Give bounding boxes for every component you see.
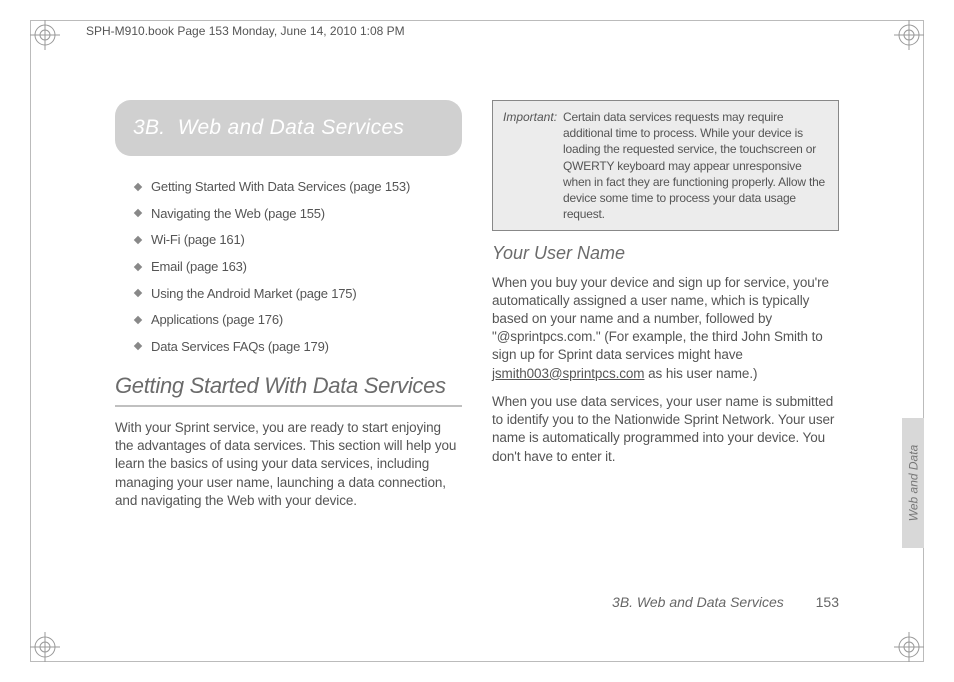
toc-item-label: Email (page 163) (151, 259, 247, 274)
callout-body: Certain data services requests may requi… (563, 109, 828, 222)
toc-item-label: Getting Started With Data Services (page… (151, 179, 410, 194)
side-tab-label: Web and Data (906, 445, 920, 522)
section-heading: Getting Started With Data Services (115, 371, 462, 401)
toc-item: Data Services FAQs (page 179) (133, 338, 462, 356)
body-paragraph: When you use data services, your user na… (492, 393, 839, 466)
toc-item: Getting Started With Data Services (page… (133, 178, 462, 196)
right-column: Important: Certain data services request… (492, 100, 839, 520)
chapter-title-box: 3B. Web and Data Services (115, 100, 462, 156)
toc-item-label: Navigating the Web (page 155) (151, 206, 325, 221)
left-column: 3B. Web and Data Services Getting Starte… (115, 100, 462, 520)
callout-label: Important: (503, 109, 557, 222)
chapter-title: Web and Data Services (178, 116, 405, 139)
footer-section: 3B. Web and Data Services (612, 594, 784, 610)
crop-header: SPH-M910.book Page 153 Monday, June 14, … (82, 24, 409, 38)
toc-list: Getting Started With Data Services (page… (133, 178, 462, 355)
chapter-number: 3B. (133, 116, 165, 139)
toc-item-label: Using the Android Market (page 175) (151, 286, 356, 301)
toc-item: Using the Android Market (page 175) (133, 285, 462, 303)
section-rule (115, 405, 462, 407)
page-content: 3B. Web and Data Services Getting Starte… (115, 100, 839, 520)
crop-mark-top-left (30, 20, 60, 50)
side-tab: Web and Data (902, 418, 924, 548)
toc-item: Email (page 163) (133, 258, 462, 276)
toc-item-label: Data Services FAQs (page 179) (151, 339, 329, 354)
crop-mark-bottom-left (30, 632, 60, 662)
toc-item: Applications (page 176) (133, 311, 462, 329)
paragraph-text: When you buy your device and sign up for… (492, 275, 829, 363)
toc-item: Wi-Fi (page 161) (133, 231, 462, 249)
toc-item-label: Wi-Fi (page 161) (151, 232, 245, 247)
bullet-icon (133, 182, 143, 192)
bullet-icon (133, 341, 143, 351)
page-footer: 3B. Web and Data Services 153 (612, 594, 839, 610)
toc-item: Navigating the Web (page 155) (133, 205, 462, 223)
paragraph-text: as his user name.) (644, 366, 757, 381)
body-paragraph: When you buy your device and sign up for… (492, 274, 839, 383)
crop-mark-top-right (894, 20, 924, 50)
example-username-link: jsmith003@sprintpcs.com (492, 366, 644, 381)
body-paragraph: With your Sprint service, you are ready … (115, 419, 462, 510)
toc-item-label: Applications (page 176) (151, 312, 283, 327)
subsection-heading: Your User Name (492, 241, 839, 265)
page-number: 153 (816, 594, 839, 610)
important-callout: Important: Certain data services request… (492, 100, 839, 231)
bullet-icon (133, 235, 143, 245)
crop-mark-bottom-right (894, 632, 924, 662)
bullet-icon (133, 262, 143, 272)
bullet-icon (133, 315, 143, 325)
bullet-icon (133, 208, 143, 218)
bullet-icon (133, 288, 143, 298)
